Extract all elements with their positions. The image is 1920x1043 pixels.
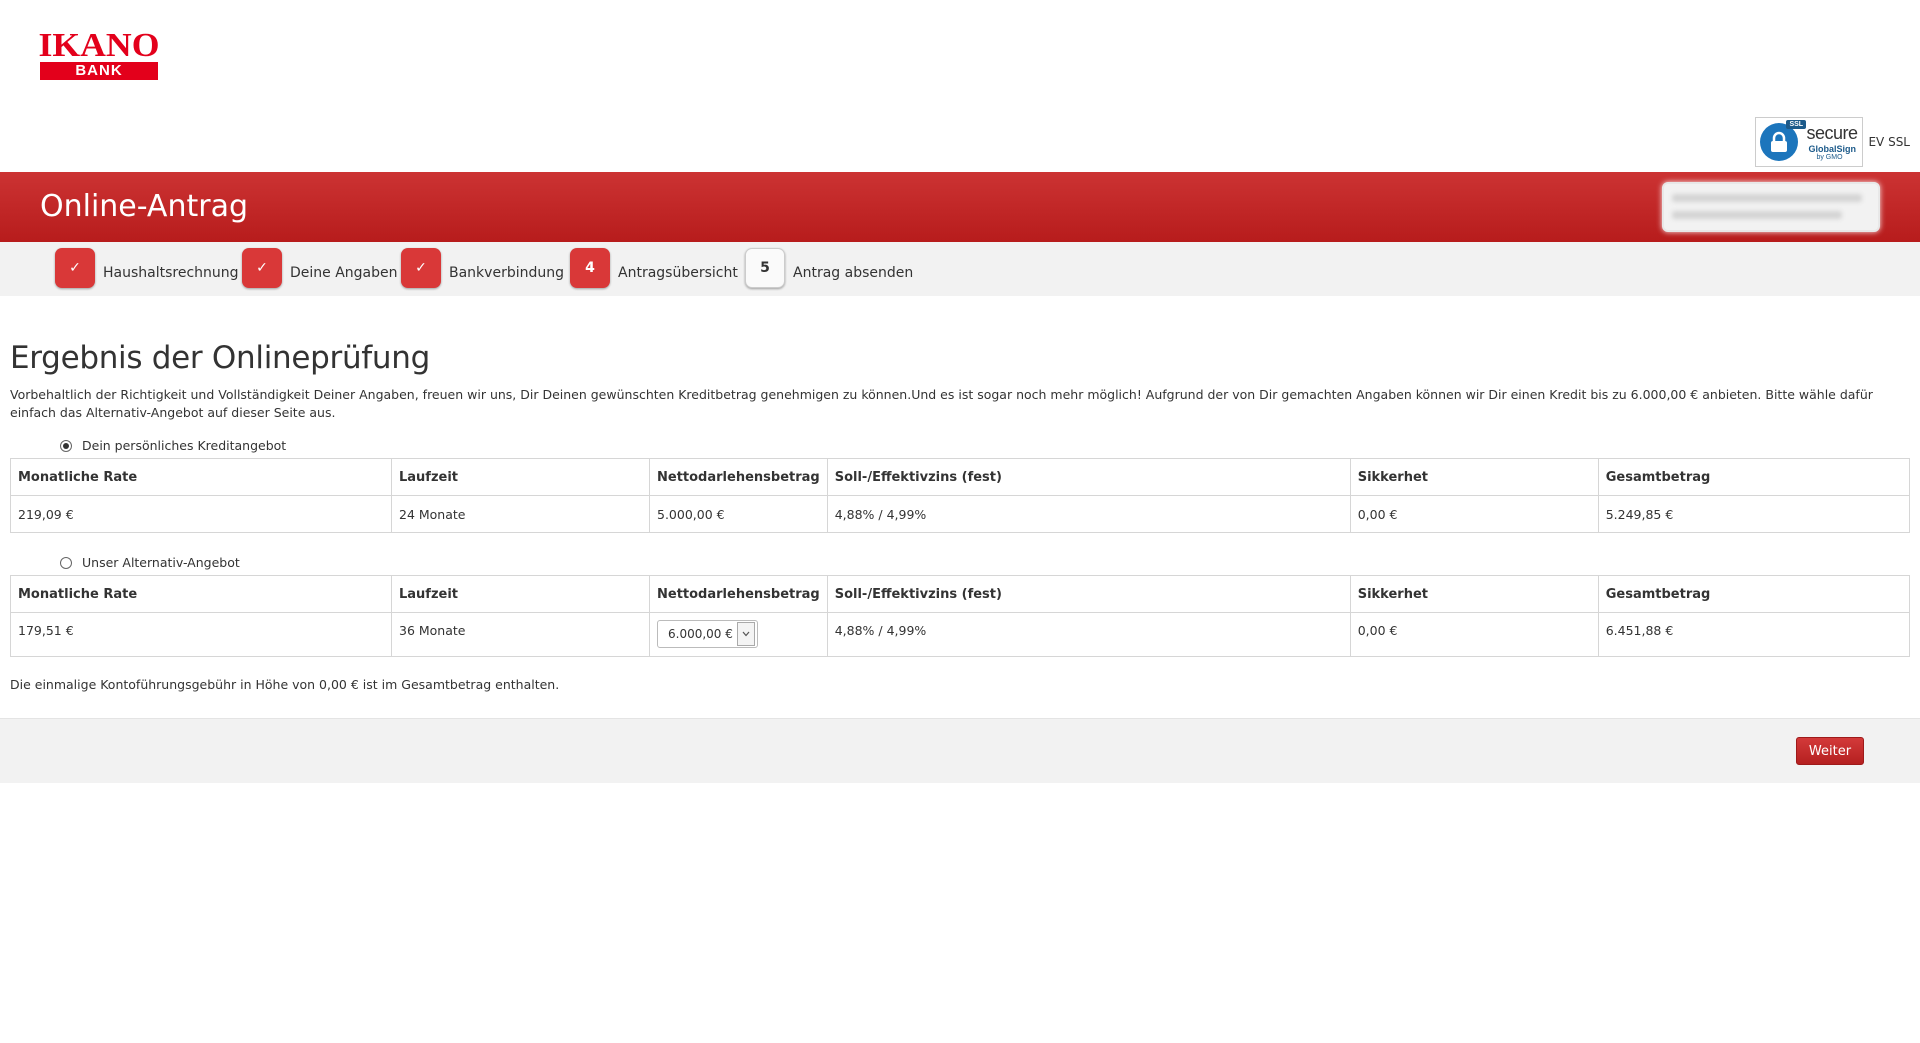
step-label: Bankverbindung: [449, 265, 564, 281]
table-header-row: Monatliche Rate Laufzeit Nettodarlehensb…: [10, 575, 1911, 613]
header-band: Online-Antrag: [0, 172, 1920, 242]
redacted-summary-box: [1662, 182, 1880, 232]
col-monatliche-rate: Monatliche Rate: [10, 458, 392, 496]
ssl-by: by GMO: [1816, 154, 1843, 161]
col-zins: Soll-/Effektivzins (fest): [826, 458, 1351, 496]
step-check-icon: ✓: [401, 248, 441, 288]
cell-interest: 4,88% / 4,99%: [826, 495, 1351, 533]
step-label: Antragsübersicht: [618, 265, 738, 281]
col-zins: Soll-/Effektivzins (fest): [826, 575, 1351, 613]
fee-note: Die einmalige Kontoführungsgebühr in Höh…: [10, 677, 560, 692]
main-content: Ergebnis der Onlineprüfung Vorbehaltlich…: [0, 340, 1920, 692]
globalsign-badge[interactable]: SSL secure GlobalSign by GMO: [1755, 117, 1864, 167]
ssl-provider: GlobalSign: [1808, 144, 1856, 154]
cell-interest: 4,88% / 4,99%: [826, 612, 1351, 657]
ikano-bank-logo[interactable]: IKANO BANK: [38, 27, 160, 80]
chevron-down-icon[interactable]: [736, 622, 755, 646]
col-nettodarlehensbetrag: Nettodarlehensbetrag: [649, 458, 828, 496]
offer2-table: Monatliche Rate Laufzeit Nettodarlehensb…: [10, 575, 1911, 657]
weiter-button[interactable]: Weiter: [1796, 737, 1864, 765]
cell-term: 24 Monate: [391, 495, 650, 533]
cell-amount: 5.000,00 €: [649, 495, 828, 533]
col-laufzeit: Laufzeit: [391, 458, 650, 496]
top-bar: IKANO BANK SSL secure GlobalSign by GMO …: [0, 0, 1920, 172]
offer1-label: Dein persönliches Kreditangebot: [82, 438, 287, 453]
offer2-label: Unser Alternativ-Angebot: [82, 555, 240, 570]
cell-total: 6.451,88 €: [1597, 612, 1911, 657]
offer1-radio[interactable]: [60, 439, 72, 452]
cell-rate: 219,09 €: [10, 495, 392, 533]
footer-bar: Weiter: [0, 718, 1920, 783]
amount-select-value: 6.000,00 €: [668, 627, 733, 641]
col-sikkerhet: Sikkerhet: [1349, 458, 1599, 496]
cell-security: 0,00 €: [1349, 612, 1599, 657]
amount-select[interactable]: 6.000,00 €: [657, 620, 758, 648]
offer1-table: Monatliche Rate Laufzeit Nettodarlehensb…: [10, 458, 1911, 533]
cell-rate: 179,51 €: [10, 612, 392, 657]
step-antragsuebersicht[interactable]: 4 Antragsübersicht: [570, 248, 738, 288]
ssl-tag: SSL: [1786, 120, 1807, 129]
step-haushaltsrechnung[interactable]: ✓ Haushaltsrechnung: [55, 248, 239, 288]
col-monatliche-rate: Monatliche Rate: [10, 575, 392, 613]
page-title: Online-Antrag: [40, 189, 248, 224]
col-laufzeit: Laufzeit: [391, 575, 650, 613]
col-sikkerhet: Sikkerhet: [1349, 575, 1599, 613]
table-header-row: Monatliche Rate Laufzeit Nettodarlehensb…: [10, 458, 1911, 496]
intro-text: Vorbehaltlich der Richtigkeit und Vollst…: [10, 387, 1873, 420]
offer1-option[interactable]: Dein persönliches Kreditangebot: [60, 438, 1910, 453]
progress-steps: ✓ Haushaltsrechnung ✓ Deine Angaben ✓ Ba…: [0, 242, 1920, 296]
step-label: Antrag absenden: [793, 265, 914, 281]
logo-wordmark: IKANO: [38, 27, 160, 64]
step-check-icon: ✓: [55, 248, 95, 288]
logo-subtitle: BANK: [40, 62, 158, 80]
step-bankverbindung[interactable]: ✓ Bankverbindung: [401, 248, 564, 288]
table-row: 219,09 € 24 Monate 5.000,00 € 4,88% / 4,…: [10, 495, 1911, 533]
step-label: Deine Angaben: [290, 265, 398, 281]
result-heading: Ergebnis der Onlineprüfung: [10, 340, 430, 376]
ssl-secure-text: secure: [1806, 123, 1858, 143]
col-gesamtbetrag: Gesamtbetrag: [1597, 575, 1911, 613]
ssl-seal: SSL secure GlobalSign by GMO EV SSL: [1755, 117, 1910, 167]
step-antrag-absenden: 5 Antrag absenden: [745, 248, 913, 288]
step-number: 5: [745, 248, 785, 288]
offer2-radio[interactable]: [60, 556, 72, 569]
cell-term: 36 Monate: [391, 612, 650, 657]
offer2-option[interactable]: Unser Alternativ-Angebot: [60, 555, 1910, 570]
cell-amount: 6.000,00 €: [649, 612, 828, 657]
cell-total: 5.249,85 €: [1597, 495, 1911, 533]
step-deine-angaben[interactable]: ✓ Deine Angaben: [242, 248, 398, 288]
col-gesamtbetrag: Gesamtbetrag: [1597, 458, 1911, 496]
step-check-icon: ✓: [242, 248, 282, 288]
cell-security: 0,00 €: [1349, 495, 1599, 533]
step-number: 4: [570, 248, 610, 288]
table-row: 179,51 € 36 Monate 6.000,00 € 4,88% / 4,…: [10, 612, 1911, 657]
step-label: Haushaltsrechnung: [103, 265, 239, 281]
col-nettodarlehensbetrag: Nettodarlehensbetrag: [649, 575, 828, 613]
ev-ssl-label: EV SSL: [1868, 135, 1910, 149]
